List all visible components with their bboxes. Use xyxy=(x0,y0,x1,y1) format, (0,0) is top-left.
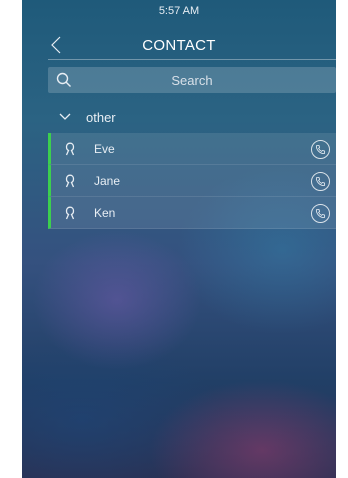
status-time: 5:57 AM xyxy=(158,5,200,17)
group-header-other[interactable]: other xyxy=(48,104,336,130)
phone-icon xyxy=(315,208,326,219)
search-icon xyxy=(56,72,71,87)
person-icon xyxy=(65,206,75,219)
back-button[interactable] xyxy=(46,34,66,56)
app-screen: 5:57 AM CONTACT other Eve xyxy=(22,0,336,478)
group-label: other xyxy=(86,109,116,125)
header-divider xyxy=(48,59,336,60)
contact-name: Ken xyxy=(94,205,116,220)
search-bar[interactable] xyxy=(48,67,336,93)
contact-list: Eve Jane Ken xyxy=(48,133,336,229)
call-button-jane[interactable] xyxy=(311,172,330,191)
person-icon xyxy=(65,142,75,155)
contact-item-eve[interactable]: Eve xyxy=(48,133,336,165)
contact-item-ken[interactable]: Ken xyxy=(48,197,336,229)
call-button-eve[interactable] xyxy=(311,140,330,159)
contact-name: Eve xyxy=(94,141,115,156)
chevron-left-icon xyxy=(51,36,61,54)
chevron-down-icon xyxy=(59,113,71,120)
search-input[interactable] xyxy=(48,67,336,93)
contact-item-jane[interactable]: Jane xyxy=(48,165,336,197)
status-bar: 5:57 AM xyxy=(22,0,336,22)
page-title: CONTACT xyxy=(142,36,216,54)
header: CONTACT xyxy=(22,30,336,60)
phone-icon xyxy=(315,144,326,155)
phone-icon xyxy=(315,176,326,187)
call-button-ken[interactable] xyxy=(311,204,330,223)
person-icon xyxy=(65,174,75,187)
contact-name: Jane xyxy=(94,173,121,188)
